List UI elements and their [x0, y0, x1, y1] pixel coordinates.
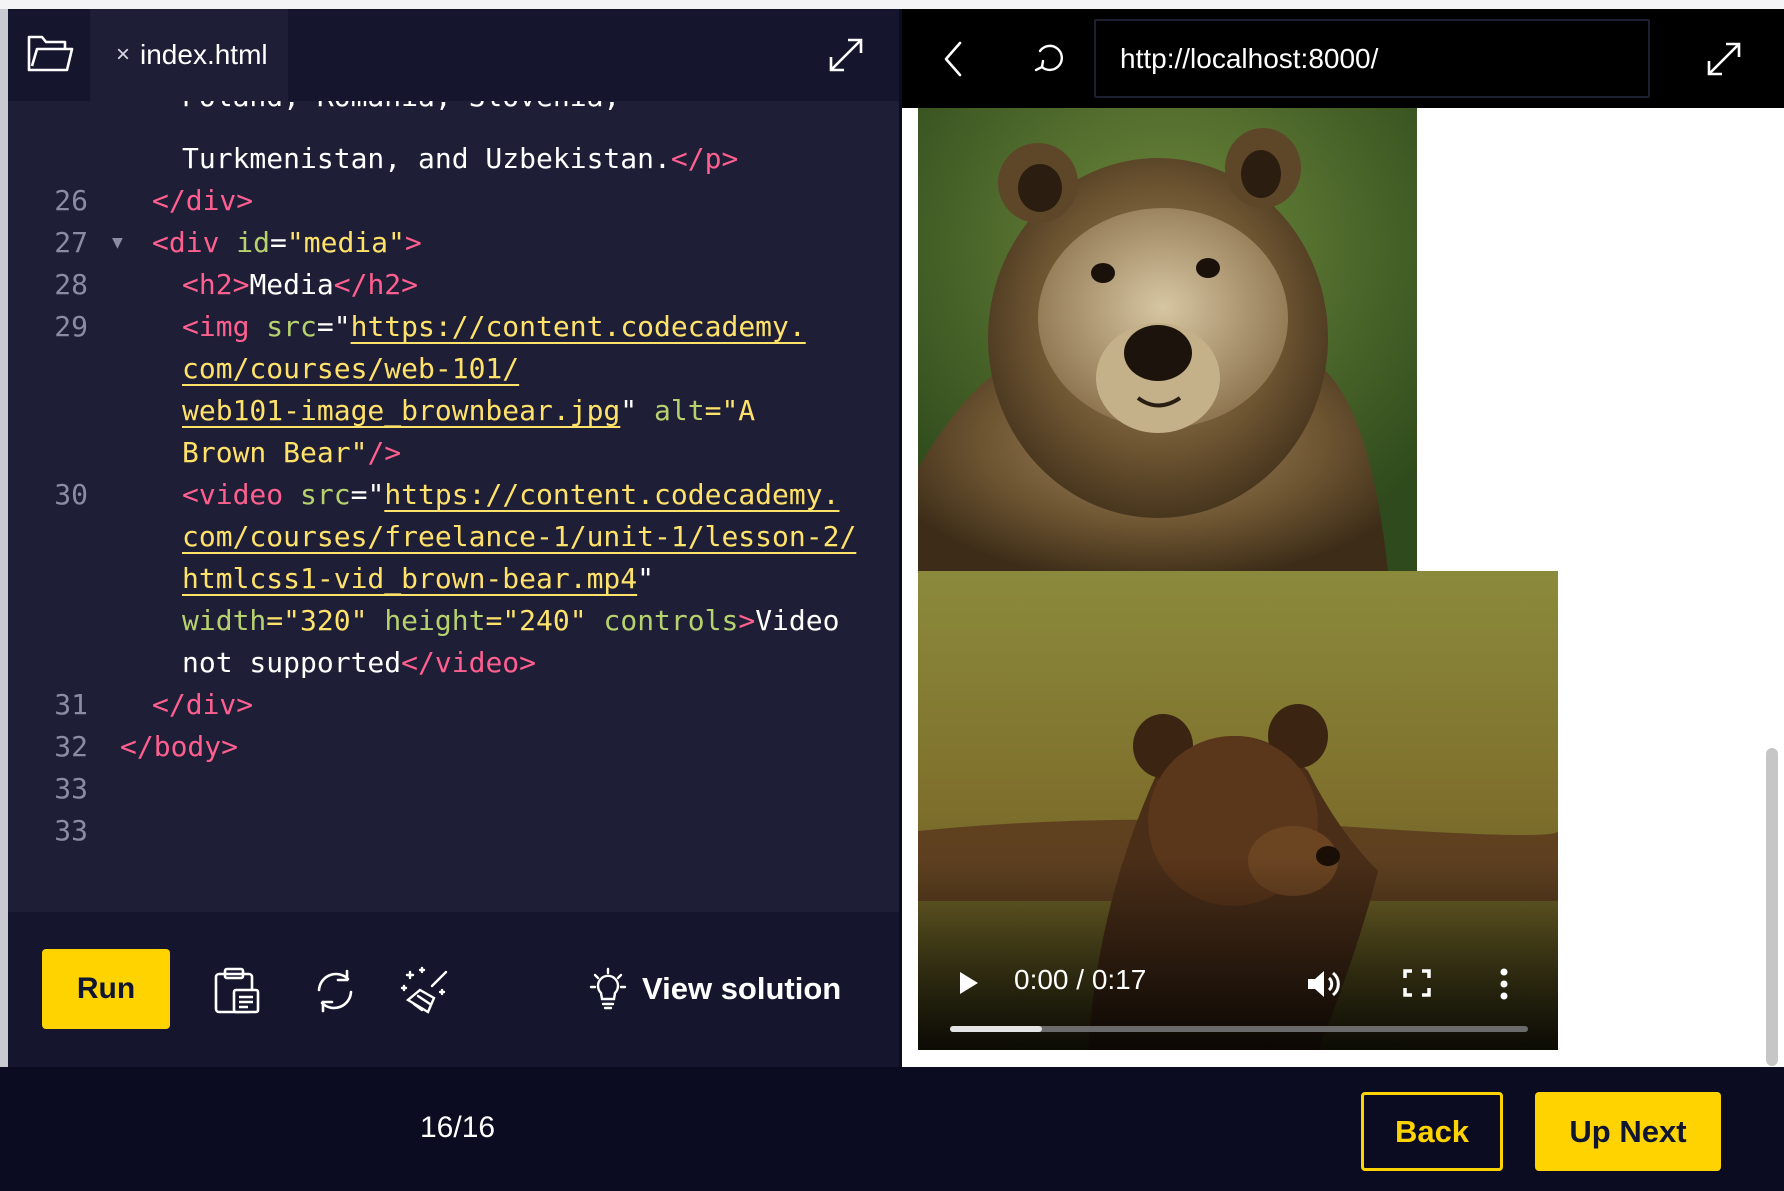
fold-arrow-icon[interactable]: ▼	[112, 219, 123, 267]
line-number: 32	[54, 730, 88, 763]
run-button[interactable]: Run	[42, 949, 170, 1029]
file-tab-index-html[interactable]: × index.html	[90, 9, 288, 101]
file-tab-label: index.html	[140, 39, 268, 70]
rendered-page: 0:00 / 0:17	[902, 108, 1784, 1067]
code-line-27: <div id="media">	[152, 226, 422, 259]
code-line-29c: web101-image_brownbear.jpg" alt="A	[182, 394, 756, 427]
code-line-30b: com/courses/freelance-1/unit-1/lesson-2/	[182, 520, 857, 553]
code-line-30e: not supported</video>	[182, 646, 537, 679]
back-arrow-icon[interactable]	[936, 39, 972, 79]
refresh-icon[interactable]	[308, 964, 362, 1018]
volume-icon[interactable]	[1302, 964, 1342, 1004]
browser-preview-pane: http://localhost:8000/ 0:00 / 0:17	[899, 9, 1784, 1067]
expand-browser-icon[interactable]	[1704, 39, 1744, 79]
line-number: 27	[54, 226, 88, 259]
line-number: 29	[54, 310, 88, 343]
expand-editor-icon[interactable]	[826, 35, 866, 75]
fullscreen-icon[interactable]	[1400, 966, 1434, 1000]
code-line-30c: htmlcss1-vid_brown-bear.mp4"	[182, 562, 655, 595]
browser-toolbar: http://localhost:8000/	[902, 9, 1784, 108]
brown-bear-video[interactable]: 0:00 / 0:17	[918, 571, 1558, 1050]
view-solution-button[interactable]: View solution	[586, 960, 841, 1018]
video-progress-track[interactable]	[950, 1026, 1528, 1032]
code-line-29a: <img src="https://content.codecademy.	[182, 310, 806, 343]
line-number: 26	[54, 184, 88, 217]
reload-icon[interactable]	[1030, 37, 1070, 77]
format-code-icon[interactable]	[400, 964, 454, 1018]
line-number: 33	[54, 772, 88, 805]
code-line-31: </div>	[152, 688, 254, 721]
back-button[interactable]: Back	[1361, 1092, 1503, 1171]
code-line-28: <h2>Media</h2>	[182, 268, 419, 301]
scrollbar-thumb[interactable]	[1766, 748, 1778, 1066]
up-next-button[interactable]: Up Next	[1535, 1092, 1721, 1171]
clipboard-icon[interactable]	[210, 964, 264, 1018]
code-editor-pane: × index.html Poland, Romania, Slovenia, …	[0, 9, 899, 1067]
more-options-icon[interactable]	[1498, 964, 1510, 1004]
play-icon[interactable]	[956, 968, 982, 998]
video-controls: 0:00 / 0:17	[918, 940, 1558, 1050]
brown-bear-image	[918, 108, 1417, 571]
top-border	[0, 0, 1784, 9]
code-line-32: </body>	[120, 730, 239, 763]
app-window: × index.html Poland, Romania, Slovenia, …	[0, 0, 1784, 1191]
code-line-partial: Poland, Romania, Slovenia,	[182, 101, 620, 121]
lesson-footer: 16/16 Back Up Next	[0, 1067, 1784, 1191]
line-number: 31	[54, 688, 88, 721]
view-solution-label: View solution	[642, 971, 842, 1006]
url-bar[interactable]: http://localhost:8000/	[1094, 19, 1650, 98]
code-line-25-cont: Turkmenistan, and Uzbekistan.</p>	[182, 142, 739, 175]
code-area[interactable]: Poland, Romania, Slovenia, Turkmenistan,…	[8, 101, 899, 921]
line-number: 28	[54, 268, 88, 301]
folder-icon[interactable]	[24, 29, 76, 79]
line-number: 33	[54, 814, 88, 847]
editor-toolbar: Run View solution	[8, 912, 899, 1067]
lesson-progress: 16/16	[420, 1111, 496, 1144]
code-line-29b: com/courses/web-101/	[182, 352, 520, 385]
preview-scrollbar[interactable]	[1764, 748, 1778, 1066]
code-line-29d: Brown Bear"/>	[182, 436, 402, 469]
code-line-30d: width="320" height="240" controls>Video	[182, 604, 840, 637]
line-number: 30	[54, 478, 88, 511]
editor-tab-bar: × index.html	[8, 9, 899, 101]
code-line-26: </div>	[152, 184, 254, 217]
video-progress-fill	[950, 1026, 1043, 1032]
lightbulb-icon	[589, 967, 627, 1010]
video-time: 0:00 / 0:17	[1014, 964, 1147, 995]
code-line-30a: <video src="https://content.codecademy.	[182, 478, 840, 511]
close-tab-icon[interactable]: ×	[116, 41, 130, 69]
